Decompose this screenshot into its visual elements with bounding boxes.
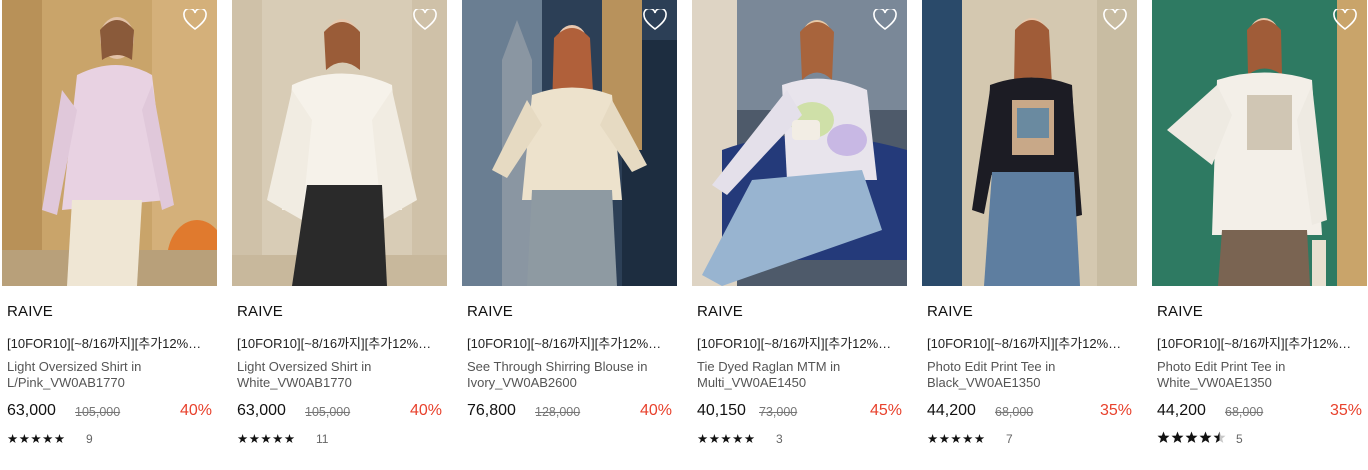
product-image[interactable] <box>462 0 677 286</box>
product-card[interactable]: RAIVE [10FOR10][~8/16까지][추가12%… Light Ov… <box>232 0 447 470</box>
review-count: 3 <box>776 432 783 446</box>
product-name[interactable]: Photo Edit Print Tee in White_VW0AE1350 <box>1157 359 1357 391</box>
sale-price: 44,200 <box>927 402 976 419</box>
original-price: 73,000 <box>759 405 798 419</box>
product-name[interactable]: Light Oversized Shirt in L/Pink_VW0AB177… <box>7 359 207 391</box>
promo-text[interactable]: [10FOR10][~8/16까지][추가12%… <box>927 333 1135 352</box>
product-card[interactable]: RAIVE [10FOR10][~8/16까지][추가12%… Tie Dyed… <box>692 0 907 470</box>
product-card[interactable]: RAIVE [10FOR10][~8/16까지][추가12%… Light Ov… <box>2 0 217 470</box>
brand-name[interactable]: RAIVE <box>927 303 973 320</box>
discount-rate: 40% <box>409 402 442 419</box>
half-star-rating <box>1157 431 1226 443</box>
discount-rate: 40% <box>639 402 672 419</box>
product-image[interactable] <box>2 0 217 286</box>
discount-rate: 35% <box>1099 402 1132 419</box>
review-count: 11 <box>316 432 329 446</box>
rating-stars: ★★★★★ <box>927 432 986 446</box>
discount-rate: 45% <box>869 402 902 419</box>
review-count: 7 <box>1006 432 1013 446</box>
promo-text[interactable]: [10FOR10][~8/16까지][추가12%… <box>697 333 905 352</box>
product-card[interactable]: RAIVE [10FOR10][~8/16까지][추가12%… Photo Ed… <box>922 0 1137 470</box>
promo-text[interactable]: [10FOR10][~8/16까지][추가12%… <box>237 333 445 352</box>
original-price: 128,000 <box>535 405 581 419</box>
rating-stars: ★★★★★ <box>7 432 66 446</box>
discount-rate: 40% <box>179 402 212 419</box>
promo-text[interactable]: [10FOR10][~8/16까지][추가12%… <box>467 333 675 352</box>
original-price: 105,000 <box>305 405 351 419</box>
product-card[interactable]: RAIVE [10FOR10][~8/16까지][추가12%… Photo Ed… <box>1152 0 1367 470</box>
wishlist-heart-icon[interactable] <box>1103 9 1127 31</box>
rating-stars: ★★★★★ <box>237 432 296 446</box>
product-name[interactable]: Light Oversized Shirt in White_VW0AB1770 <box>237 359 437 391</box>
review-count: 9 <box>86 432 93 446</box>
brand-name[interactable]: RAIVE <box>7 303 53 320</box>
product-card[interactable]: RAIVE [10FOR10][~8/16까지][추가12%… See Thro… <box>462 0 677 470</box>
sale-price: 63,000 <box>7 402 56 419</box>
review-count: 5 <box>1236 432 1243 446</box>
product-name[interactable]: Tie Dyed Raglan MTM in Multi_VW0AE1450 <box>697 359 897 391</box>
sale-price: 44,200 <box>1157 402 1206 419</box>
original-price: 105,000 <box>75 405 121 419</box>
product-image[interactable] <box>922 0 1137 286</box>
rating-stars: ★★★★★ <box>697 432 756 446</box>
discount-rate: 35% <box>1329 402 1362 419</box>
sale-price: 76,800 <box>467 402 516 419</box>
product-image[interactable] <box>1152 0 1367 286</box>
wishlist-heart-icon[interactable] <box>413 9 437 31</box>
promo-text[interactable]: [10FOR10][~8/16까지][추가12%… <box>1157 333 1365 352</box>
brand-name[interactable]: RAIVE <box>467 303 513 320</box>
product-grid: RAIVE [10FOR10][~8/16까지][추가12%… Light Ov… <box>0 0 1368 470</box>
wishlist-heart-icon[interactable] <box>1333 9 1357 31</box>
brand-name[interactable]: RAIVE <box>697 303 743 320</box>
brand-name[interactable]: RAIVE <box>237 303 283 320</box>
wishlist-heart-icon[interactable] <box>873 9 897 31</box>
promo-text[interactable]: [10FOR10][~8/16까지][추가12%… <box>7 333 215 352</box>
product-image[interactable] <box>232 0 447 286</box>
wishlist-heart-icon[interactable] <box>183 9 207 31</box>
sale-price: 40,150 <box>697 402 746 419</box>
rating-stars <box>1157 431 1233 447</box>
product-image[interactable] <box>692 0 907 286</box>
sale-price: 63,000 <box>237 402 286 419</box>
original-price: 68,000 <box>1225 405 1264 419</box>
original-price: 68,000 <box>995 405 1034 419</box>
wishlist-heart-icon[interactable] <box>643 9 667 31</box>
brand-name[interactable]: RAIVE <box>1157 303 1203 320</box>
product-name[interactable]: See Through Shirring Blouse in Ivory_VW0… <box>467 359 667 391</box>
product-name[interactable]: Photo Edit Print Tee in Black_VW0AE1350 <box>927 359 1127 391</box>
